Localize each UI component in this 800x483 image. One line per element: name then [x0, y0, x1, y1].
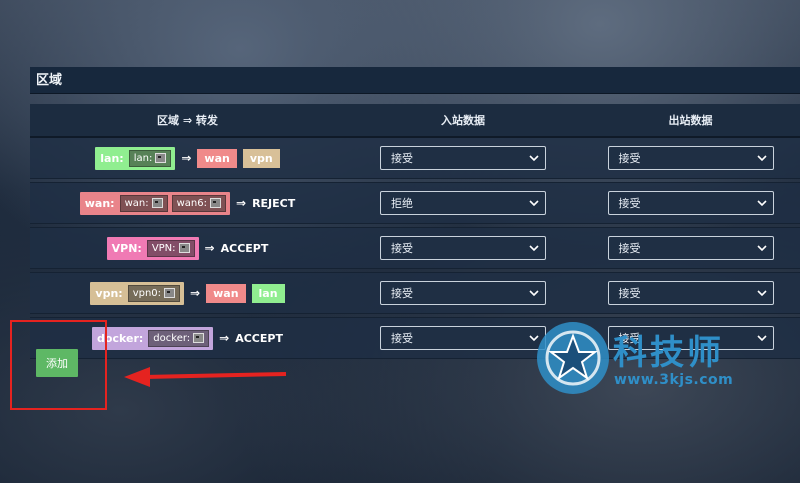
network-interface-icon: [151, 198, 163, 208]
output-policy-value: 接受: [618, 152, 641, 165]
interface-label: lan:: [133, 152, 153, 164]
output-policy-select[interactable]: 接受: [607, 236, 774, 260]
zone-row: VPN: VPN: ⇒ ACCEPT 接受 接受: [30, 227, 800, 269]
output-policy-value: 接受: [618, 242, 641, 255]
forward-arrow: ⇒: [204, 241, 215, 255]
watermark-brand: 科技师: [613, 333, 724, 373]
chevron-down-icon: [756, 200, 767, 207]
network-interface-icon: [210, 198, 221, 208]
chevron-down-icon: [529, 290, 539, 297]
zone-row: lan: lan: ⇒ wan vpn 接受 接受: [30, 136, 800, 179]
input-policy-select[interactable]: 接受: [380, 326, 546, 350]
chevron-down-icon: [529, 155, 539, 162]
forward-dest-badge: wan: [197, 148, 237, 168]
output-cell: 接受: [581, 227, 800, 269]
forward-policy: ACCEPT: [235, 331, 283, 345]
input-policy-value: 接受: [391, 287, 413, 300]
network-interface-icon: [193, 333, 205, 343]
chevron-down-icon: [756, 155, 767, 162]
output-policy-select[interactable]: 接受: [607, 146, 774, 170]
output-policy-select[interactable]: 接受: [607, 281, 774, 305]
input-policy-value: 接受: [391, 332, 413, 345]
interface-label: VPN:: [151, 242, 176, 254]
forward-arrow: ⇒: [219, 331, 230, 345]
output-cell: 接受: [581, 136, 800, 179]
section-title-text: 区域: [36, 73, 63, 88]
interface-label: wan6:: [176, 197, 207, 209]
forward-policy: REJECT: [252, 196, 296, 210]
zone-name: lan:: [100, 151, 124, 165]
input-cell: 拒绝: [345, 182, 581, 224]
forward-policy: ACCEPT: [220, 241, 269, 255]
input-policy-value: 接受: [391, 152, 413, 165]
network-interface-icon: [155, 153, 167, 163]
highlight-box: [10, 320, 107, 410]
forward-dest-badge: wan: [206, 283, 246, 303]
col-header-zone-forward: 区域 ⇒ 转发: [30, 104, 345, 138]
zone-name: VPN:: [111, 241, 142, 255]
input-cell: 接受: [345, 272, 581, 314]
zone-badge[interactable]: wan: wan: wan6:: [79, 191, 230, 215]
interface-chip: docker:: [148, 329, 210, 347]
interface-label: docker:: [153, 332, 191, 344]
input-policy-select[interactable]: 接受: [380, 281, 546, 305]
forward-dest-badge: lan: [251, 283, 285, 303]
input-policy-value: 接受: [391, 242, 413, 255]
zone-forward-cell: wan: wan: wan6: ⇒ REJECT: [30, 182, 345, 224]
forward-dest-badge: vpn: [242, 148, 280, 168]
interface-chip: vpn0:: [127, 284, 181, 302]
network-interface-icon: [164, 288, 176, 298]
output-policy-value: 接受: [618, 197, 641, 210]
zone-badge[interactable]: docker: docker:: [92, 326, 214, 350]
chevron-down-icon: [756, 290, 767, 297]
input-policy-select[interactable]: 拒绝: [380, 191, 546, 215]
interface-label: wan:: [124, 197, 149, 209]
col-header-output: 出站数据: [581, 104, 800, 138]
interface-chip: lan:: [128, 149, 172, 167]
table-header-row: 区域 ⇒ 转发 入站数据 出站数据: [30, 104, 800, 138]
output-policy-value: 接受: [618, 287, 641, 300]
zone-row: wan: wan: wan6: ⇒ REJECT 拒绝 接受: [30, 182, 800, 224]
forward-arrow: ⇒: [190, 286, 201, 300]
interface-chip: wan6:: [171, 194, 226, 212]
zone-name: vpn:: [95, 286, 123, 300]
interface-chip: wan:: [119, 194, 168, 212]
output-policy-select[interactable]: 接受: [607, 191, 774, 215]
zone-forward-cell: lan: lan: ⇒ wan vpn: [30, 136, 345, 179]
zone-badge[interactable]: vpn: vpn0:: [90, 281, 185, 305]
input-policy-value: 拒绝: [391, 197, 413, 210]
chevron-down-icon: [529, 200, 539, 207]
zone-forward-cell: VPN: VPN: ⇒ ACCEPT: [30, 227, 345, 269]
network-interface-icon: [178, 243, 190, 253]
zone-row: vpn: vpn0: ⇒ wan lan 接受 接受: [30, 272, 800, 314]
red-arrow-icon: [124, 367, 287, 387]
input-policy-select[interactable]: 接受: [380, 236, 546, 260]
chevron-down-icon: [756, 245, 767, 252]
interface-chip: VPN:: [146, 239, 195, 257]
chevron-down-icon: [529, 245, 539, 252]
zone-badge[interactable]: VPN: VPN:: [106, 236, 199, 260]
watermark-url: www.3kjs.com: [614, 372, 734, 388]
zone-forward-cell: vpn: vpn0: ⇒ wan lan: [30, 272, 345, 314]
zone-name: wan:: [84, 196, 115, 210]
forward-arrow: ⇒: [181, 151, 192, 165]
input-cell: 接受: [345, 136, 581, 179]
output-cell: 接受: [581, 182, 800, 224]
input-policy-select[interactable]: 接受: [380, 146, 546, 170]
forward-arrow: ⇒: [236, 196, 247, 210]
zone-badge[interactable]: lan: lan:: [95, 146, 176, 170]
section-title: 区域: [30, 67, 800, 94]
output-cell: 接受: [581, 272, 800, 314]
interface-label: vpn0:: [132, 287, 162, 299]
col-header-input: 入站数据: [345, 104, 581, 138]
input-cell: 接受: [345, 227, 581, 269]
